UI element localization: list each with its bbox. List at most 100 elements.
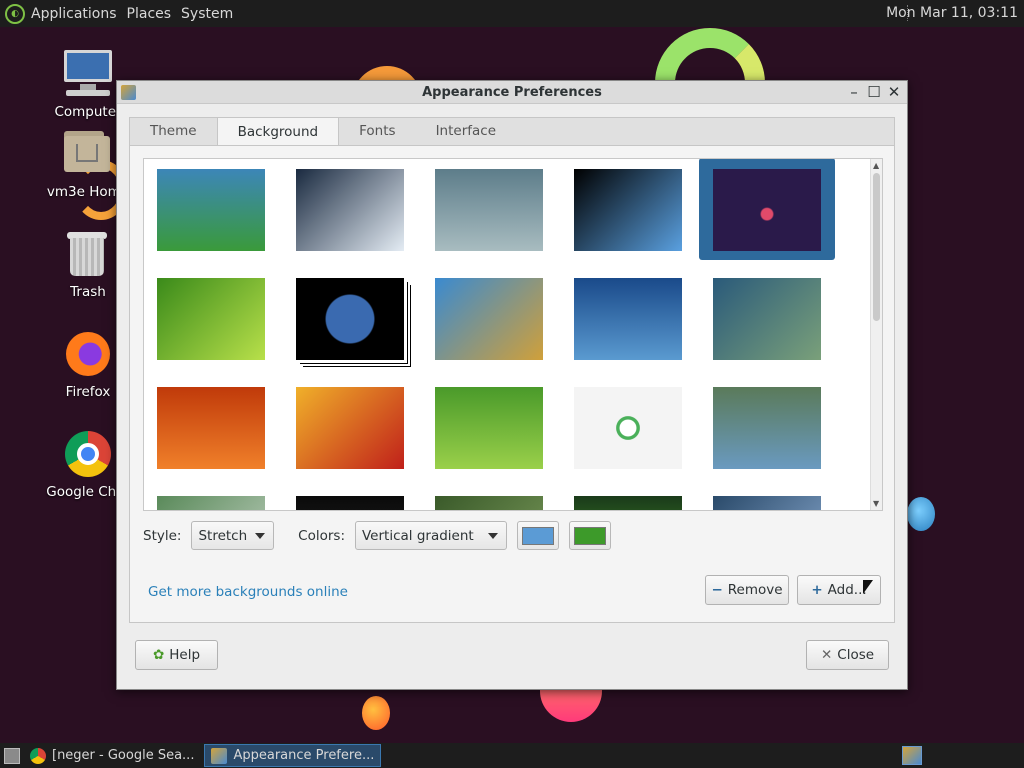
wallpaper-orange-bubble [362,696,390,730]
add-button-label: Add... [827,582,867,598]
secondary-color-button[interactable] [569,521,611,550]
tab-interface[interactable]: Interface [416,118,516,145]
preferences-notebook: Theme Background Fonts Interface ▲ ▼ Sty… [129,117,895,623]
wallpaper-grid [157,159,835,510]
wallpaper-preview-image [574,278,682,360]
help-icon: ✿ [152,647,165,663]
taskbar-item-appearance[interactable]: Appearance Prefere... [204,744,382,767]
wallpaper-thumbnail[interactable] [574,496,682,510]
top-panel: ◐ Applications Places System Mon Mar 11,… [0,0,1024,27]
maximize-icon[interactable]: ☐ [867,81,881,104]
wallpaper-thumbnail[interactable] [435,496,543,510]
wallpaper-preview-image [157,496,265,510]
close-button[interactable]: ✕ Close [806,640,889,670]
wallpaper-preview-image [713,387,821,469]
wallpaper-blue-bubble [907,497,935,531]
scrollbar-thumb[interactable] [873,173,880,321]
wallpaper-thumbnail[interactable] [296,496,404,510]
wallpaper-thumbnail[interactable] [435,387,543,469]
menu-places[interactable]: Places [127,6,172,22]
wallpaper-thumbnail[interactable] [157,169,265,251]
remove-button[interactable]: − Remove [705,575,789,605]
wallpaper-thumbnail[interactable] [574,387,682,469]
close-icon: ✕ [820,647,833,663]
wallpaper-thumbnail-list[interactable]: ▲ ▼ [143,158,883,511]
style-combo[interactable]: Stretch [191,521,275,550]
primary-color-button[interactable] [517,521,559,550]
taskbar-item-chrome[interactable]: [neger - Google Sea... [24,744,200,767]
home-folder-icon [62,128,114,180]
appearance-icon [211,747,228,764]
wallpaper-preview-image [713,169,821,251]
window-titlebar[interactable]: Appearance Preferences – ☐ ✕ [117,81,907,104]
background-tab-page: ▲ ▼ Style: Stretch Colors: Vertical grad… [129,145,895,623]
wallpaper-preview-image [157,387,265,469]
distro-logo-icon[interactable]: ◐ [5,3,25,24]
colors-label: Colors: [298,527,345,544]
wallpaper-thumbnail[interactable] [713,387,821,469]
firefox-icon [62,328,114,380]
wallpaper-preview-image [574,169,682,251]
wallpaper-thumbnail[interactable] [574,278,682,360]
show-desktop-icon[interactable] [4,747,20,764]
wallpaper-preview-image [296,387,404,469]
help-button-label: Help [169,647,201,663]
chrome-icon [30,747,46,764]
bottom-taskbar: [neger - Google Sea... Appearance Prefer… [0,743,1024,768]
menu-applications[interactable]: Applications [31,6,117,22]
wallpaper-preview-image [296,496,404,510]
help-button[interactable]: ✿ Help [135,640,218,670]
wallpaper-thumbnail[interactable] [296,278,404,360]
appearance-icon [121,85,136,100]
tab-theme[interactable]: Theme [130,118,217,145]
tab-fonts[interactable]: Fonts [339,118,415,145]
chrome-icon [62,428,114,480]
wallpaper-thumbnail[interactable] [574,169,682,251]
primary-color-swatch [522,526,554,545]
wallpaper-pink-shape [540,688,602,722]
wallpaper-thumbnail[interactable] [157,278,265,360]
minimize-icon[interactable]: – [847,81,861,104]
wallpaper-thumbnail[interactable] [713,496,821,510]
tab-background[interactable]: Background [216,117,340,145]
menu-system[interactable]: System [181,6,233,22]
style-label: Style: [143,527,182,544]
vertical-scrollbar[interactable]: ▲ ▼ [870,159,882,510]
wallpaper-preview-image [574,387,682,469]
get-more-backgrounds-link[interactable]: Get more backgrounds online [148,584,348,600]
colors-value: Vertical gradient [362,527,474,544]
wallpaper-preview-image [296,278,404,360]
chevron-down-icon [488,532,498,539]
clock[interactable]: Mon Mar 11, 03:11 [886,5,1018,21]
wallpaper-preview-image [435,496,543,510]
scroll-up-icon[interactable]: ▲ [873,161,879,170]
wallpaper-thumbnail[interactable] [713,278,821,360]
window-title: Appearance Preferences [422,85,602,100]
wallpaper-preview-image [435,387,543,469]
wallpaper-preview-image [435,278,543,360]
wallpaper-thumbnail[interactable] [296,169,404,251]
wallpaper-preview-image [296,169,404,251]
plus-icon: + [811,582,823,598]
trash-icon [62,228,114,280]
close-icon[interactable]: ✕ [887,81,901,104]
tray-appearance-icon[interactable] [902,746,922,765]
wallpaper-thumbnail[interactable] [435,169,543,251]
wallpaper-preview-image [435,169,543,251]
taskbar-item-label: Appearance Prefere... [233,748,375,763]
wallpaper-thumbnail[interactable] [157,387,265,469]
colors-combo[interactable]: Vertical gradient [355,521,507,550]
style-value: Stretch [198,527,248,544]
wallpaper-preview-image [713,278,821,360]
appearance-preferences-window: Appearance Preferences – ☐ ✕ Theme Backg… [116,80,908,690]
wallpaper-thumbnail[interactable] [435,278,543,360]
wallpaper-preview-image [157,169,265,251]
minus-icon: − [711,582,723,598]
mouse-pointer-icon [863,580,873,594]
wallpaper-thumbnail[interactable] [699,159,835,260]
wallpaper-thumbnail[interactable] [157,496,265,510]
wallpaper-thumbnail[interactable] [296,387,404,469]
close-button-label: Close [837,647,875,663]
scroll-down-icon[interactable]: ▼ [873,499,879,508]
tab-bar: Theme Background Fonts Interface [129,117,895,145]
